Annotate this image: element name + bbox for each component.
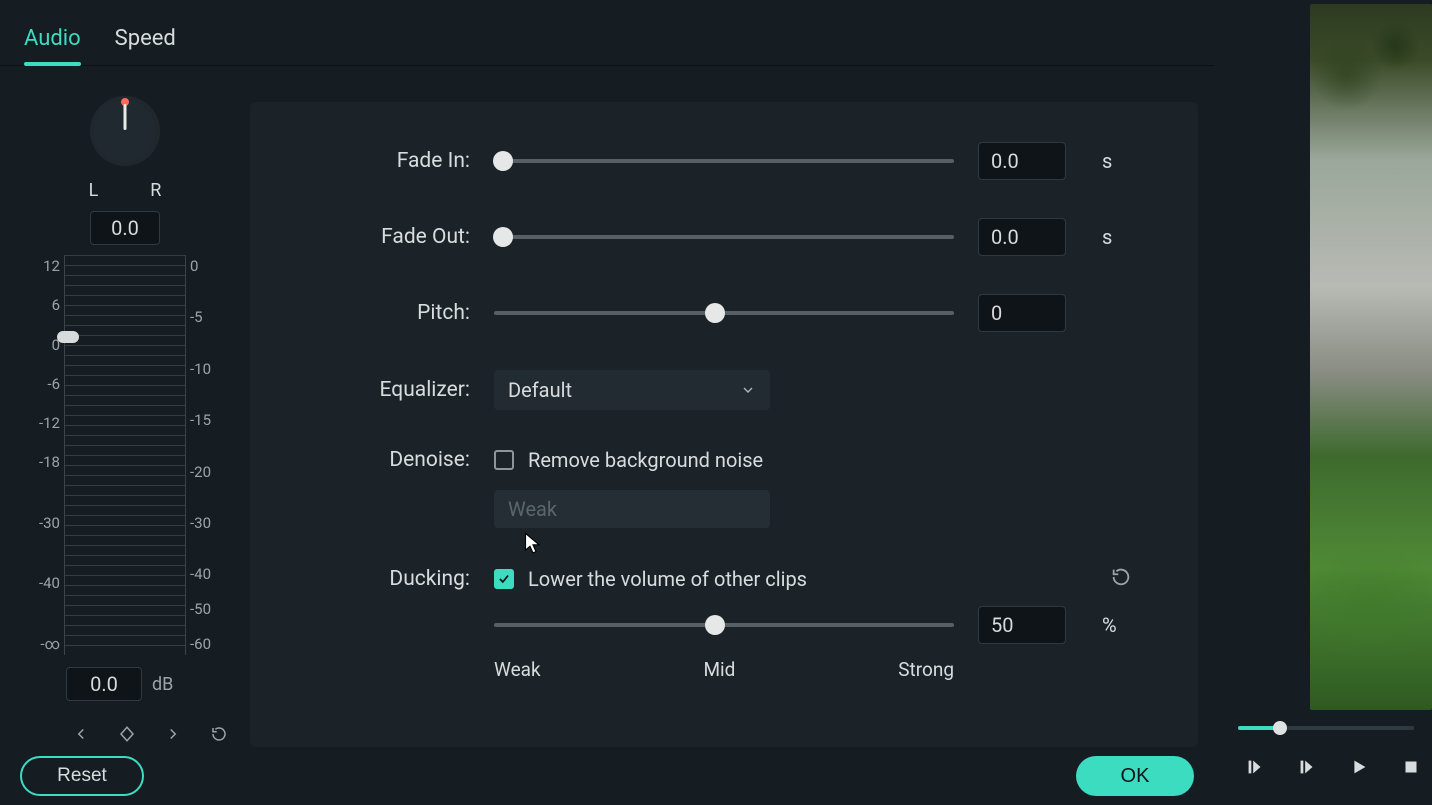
denoise-checkbox-label: Remove background noise [528, 448, 763, 472]
db-value-input[interactable]: 0.0 [66, 667, 142, 701]
db-scale-right: 0-5-10-15-20-30-40-50-60 [186, 255, 226, 655]
pitch-slider-thumb[interactable] [705, 303, 725, 323]
keyframe-reset-icon[interactable] [210, 725, 228, 747]
equalizer-selected-value: Default [508, 378, 572, 402]
fade-out-label: Fade Out: [290, 225, 470, 249]
fade-in-slider-thumb[interactable] [493, 151, 513, 171]
play-icon[interactable] [1348, 756, 1370, 782]
ducking-reset-icon[interactable] [1110, 566, 1132, 588]
pan-knob-needle [124, 104, 127, 130]
ducking-checkbox[interactable] [494, 569, 514, 589]
ok-button[interactable]: OK [1076, 756, 1194, 796]
fade-out-unit: s [1102, 225, 1132, 249]
reset-button[interactable]: Reset [20, 756, 144, 796]
pan-knob[interactable] [90, 96, 160, 166]
preview-thumbnail [1310, 4, 1432, 710]
tabs-bar: Audio Speed [0, 0, 1214, 66]
equalizer-select[interactable]: Default [494, 370, 770, 410]
ducking-mid-label: Mid [703, 658, 735, 681]
pan-lr-labels: L R [89, 180, 162, 201]
ducking-label: Ducking: [290, 567, 470, 591]
equalizer-label: Equalizer: [290, 378, 470, 402]
fade-in-value-input[interactable]: 0.0 [978, 142, 1066, 180]
footer-bar: Reset OK [0, 747, 1214, 805]
keyframe-prev-icon[interactable] [72, 725, 90, 747]
ducking-weak-label: Weak [494, 658, 541, 681]
denoise-checkbox[interactable] [494, 450, 514, 470]
pan-right-label: R [150, 180, 161, 201]
denoise-label: Denoise: [290, 448, 470, 472]
fade-in-unit: s [1102, 149, 1132, 173]
audio-settings-panel: Fade In: 0.0 s Fade Out: 0.0 s Pitch: [250, 102, 1198, 747]
volume-meter-panel: L R 0.0 1260-6-12-18-30-40-∞ 0-5-10-15-2… [0, 66, 250, 747]
fade-out-slider[interactable] [494, 235, 954, 239]
fade-out-slider-thumb[interactable] [493, 227, 513, 247]
tab-speed[interactable]: Speed [115, 26, 176, 65]
pan-left-label: L [89, 180, 99, 201]
keyframe-next-icon[interactable] [164, 725, 182, 747]
fade-in-label: Fade In: [290, 149, 470, 173]
db-scale-left: 1260-6-12-18-30-40-∞ [24, 255, 64, 655]
preview-progress-slider[interactable] [1238, 726, 1414, 730]
ducking-unit: % [1102, 613, 1132, 637]
preview-progress-thumb[interactable] [1273, 721, 1287, 735]
ducking-slider-thumb[interactable] [705, 615, 725, 635]
fade-out-value-input[interactable]: 0.0 [978, 218, 1066, 256]
preview-controls [1220, 710, 1432, 805]
check-icon [497, 572, 511, 586]
volume-meter-handle[interactable] [57, 331, 79, 343]
chevron-down-icon [740, 382, 756, 398]
keyframe-add-icon[interactable] [118, 725, 136, 747]
pitch-value-input[interactable]: 0 [978, 294, 1066, 332]
ducking-strong-label: Strong [898, 658, 954, 681]
pan-value-input[interactable]: 0.0 [90, 211, 160, 245]
ducking-checkbox-label: Lower the volume of other clips [528, 567, 807, 591]
step-forward-icon[interactable] [1296, 756, 1318, 782]
tab-audio[interactable]: Audio [24, 26, 81, 65]
denoise-strength-select: Weak [494, 490, 770, 528]
ducking-slider[interactable] [494, 623, 954, 627]
volume-meter-track[interactable] [64, 255, 186, 655]
step-back-icon[interactable] [1244, 756, 1266, 782]
pitch-slider[interactable] [494, 311, 954, 315]
fade-in-slider[interactable] [494, 159, 954, 163]
pitch-label: Pitch: [290, 301, 470, 325]
db-unit-label: dB [152, 674, 173, 695]
ducking-value-input[interactable]: 50 [978, 606, 1066, 644]
stop-icon[interactable] [1400, 756, 1422, 782]
